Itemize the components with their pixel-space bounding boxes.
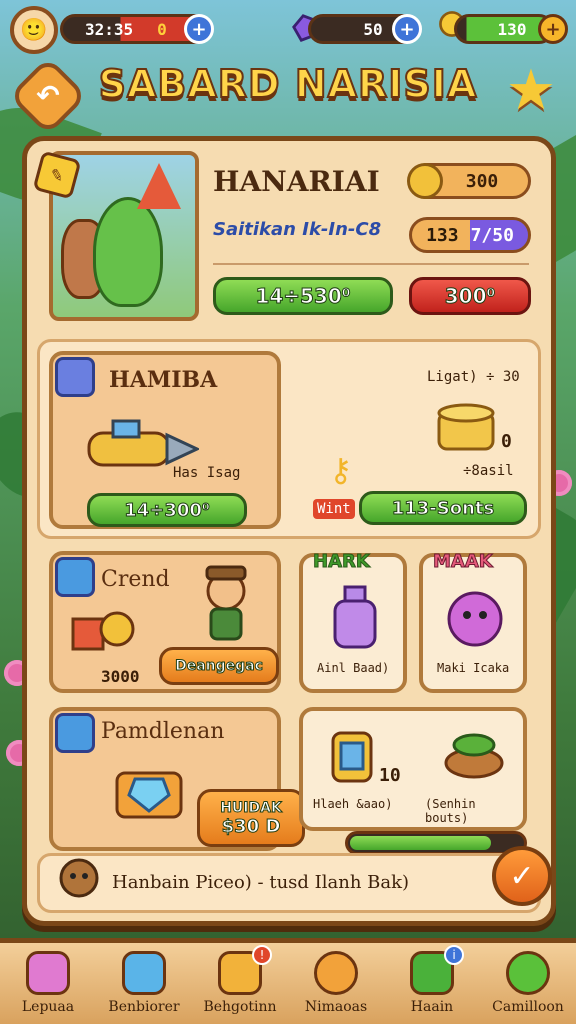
pencil-icon-2 <box>55 713 95 753</box>
energy-add-button[interactable]: + <box>184 14 214 44</box>
progress-bar-fill <box>350 836 491 850</box>
maak-card[interactable]: MAAK Maki Icaka <box>419 551 527 693</box>
hamiba-card[interactable]: HAMIBA Has Isag 14÷300⁰ <box>49 351 281 529</box>
right-mid-text: ÷8asil <box>463 463 514 479</box>
plant-bowl-icon <box>439 723 509 787</box>
items-count: 10 <box>379 765 401 786</box>
nav-item-1[interactable]: Lepuaa <box>0 943 96 1024</box>
main-panel: ✎ HANARIAI Saitikan Ik-In-C8 300 133 7/5… <box>22 136 556 926</box>
bottom-nav: Lepuaa Benbiorer ! Behgotinn Nimaoas i H… <box>0 938 576 1024</box>
right-counter: 0 <box>501 431 512 452</box>
energy-value: 32:35 <box>85 19 134 39</box>
toy-blocks-icon <box>69 599 139 663</box>
coins-value: 130 <box>497 19 527 39</box>
pencil-icon <box>55 557 95 597</box>
pamdlenan-button-bottom: $30 D <box>221 815 281 837</box>
mascot-icon <box>54 854 104 918</box>
smile-face-icon <box>314 951 358 995</box>
confirm-round-button[interactable]: ✓ <box>492 846 552 906</box>
player-avatar[interactable]: 🙂 <box>10 6 58 54</box>
hero-progress-right: 7/50 <box>470 224 514 246</box>
hero-subtitle: Saitikan Ik-In-C8 <box>213 219 382 240</box>
nav-item-2[interactable]: Benbiorer <box>96 943 192 1024</box>
hamiba-title: HAMIBA <box>109 367 218 393</box>
energy-count: 0 <box>157 19 167 39</box>
items-caption-right: (Senhin bouts) <box>425 797 476 825</box>
progress-bar <box>345 831 527 855</box>
hero-coin-amount: 300 <box>465 170 499 192</box>
star-icon[interactable]: ★ <box>504 63 558 119</box>
nav-label-2: Benbiorer <box>108 999 180 1015</box>
notice-strip: Hanbain Piceo) - tusd Ilanh Bak) ✓ <box>37 846 552 913</box>
blue-creature-icon <box>122 951 166 995</box>
gems-value: 50 <box>363 19 383 39</box>
cheese-block-icon <box>431 399 501 459</box>
pink-monster-icon <box>439 581 511 657</box>
hamiba-button[interactable]: 14÷300⁰ <box>87 493 247 527</box>
info-badge-icon: i <box>444 945 464 965</box>
notice-text: Hanbain Piceo) - tusd Ilanh Bak) <box>112 872 410 893</box>
hero-red-button[interactable]: 300⁰ <box>409 277 531 315</box>
ticket-icon <box>55 357 95 397</box>
nav-label-4: Nimaoas <box>304 999 368 1015</box>
right-tag: Wint <box>313 499 355 519</box>
hark-card[interactable]: HARK Ainl Baad) <box>299 551 407 693</box>
key-icon: ⚷ <box>329 451 353 489</box>
pamdlenan-button-top: HUIDAK <box>220 799 283 816</box>
nav-item-4[interactable]: Nimaoas <box>288 943 384 1024</box>
potion-bottle-icon <box>327 583 383 657</box>
hero-divider <box>213 263 529 265</box>
pink-creature-icon <box>26 951 70 995</box>
items-caption-left: Hlaeh &aao) <box>313 797 393 811</box>
hero-progress-left: 133 <box>426 224 459 246</box>
gems-add-button[interactable]: + <box>392 14 422 44</box>
page-title: SABARD NARISIA <box>98 61 478 107</box>
turtle-icon <box>506 951 550 995</box>
hero-green-button[interactable]: 14÷530⁰ <box>213 277 393 315</box>
nav-label-3: Behgotinn <box>203 999 277 1015</box>
crend-button[interactable]: Deangegac <box>159 647 279 685</box>
hero-name: HANARIAI <box>213 165 380 198</box>
crend-count: 3000 <box>101 667 140 686</box>
pamdlenan-button[interactable]: HUIDAK $30 D <box>197 789 305 847</box>
hark-caption: Ainl Baad) <box>317 661 390 675</box>
maak-caption: Maki Icaka <box>437 661 510 675</box>
nav-item-6[interactable]: Camilloon <box>480 943 576 1024</box>
hamiba-caption: Has Isag <box>173 465 241 481</box>
hero-progress-pill: 133 7/50 <box>409 217 531 253</box>
crend-card[interactable]: Crend 3000 Deangegac <box>49 551 281 693</box>
crend-title: Crend <box>101 567 170 592</box>
nav-item-3[interactable]: ! Behgotinn <box>192 943 288 1024</box>
pamdlenan-title: Pamdlenan <box>101 719 225 744</box>
gem-chest-icon <box>109 755 189 829</box>
explorer-character <box>181 561 271 649</box>
nav-label-1: Lepuaa <box>21 999 75 1015</box>
hark-title: HARK <box>313 551 371 573</box>
pamdlenan-card[interactable]: Pamdlenan HUIDAK $30 D <box>49 707 305 851</box>
nav-item-5[interactable]: i Haain <box>384 943 480 1024</box>
notification-badge-icon: ! <box>252 945 272 965</box>
coins-add-button[interactable]: + <box>538 14 568 44</box>
resource-bar: 🙂 32:35 0 + 50 + 130 + <box>8 6 568 54</box>
coin-icon <box>407 163 443 199</box>
nav-label-5: Haain <box>410 999 454 1015</box>
maak-title: MAAK <box>433 551 494 573</box>
lantern-icon <box>325 721 379 791</box>
items-card[interactable]: 10 Hlaeh &aao) (Senhin bouts) <box>299 707 527 831</box>
nav-label-6: Camilloon <box>492 999 564 1015</box>
right-top-text: Ligat) ÷ 30 <box>427 369 520 385</box>
right-green-button[interactable]: 113-Sonts <box>359 491 527 525</box>
